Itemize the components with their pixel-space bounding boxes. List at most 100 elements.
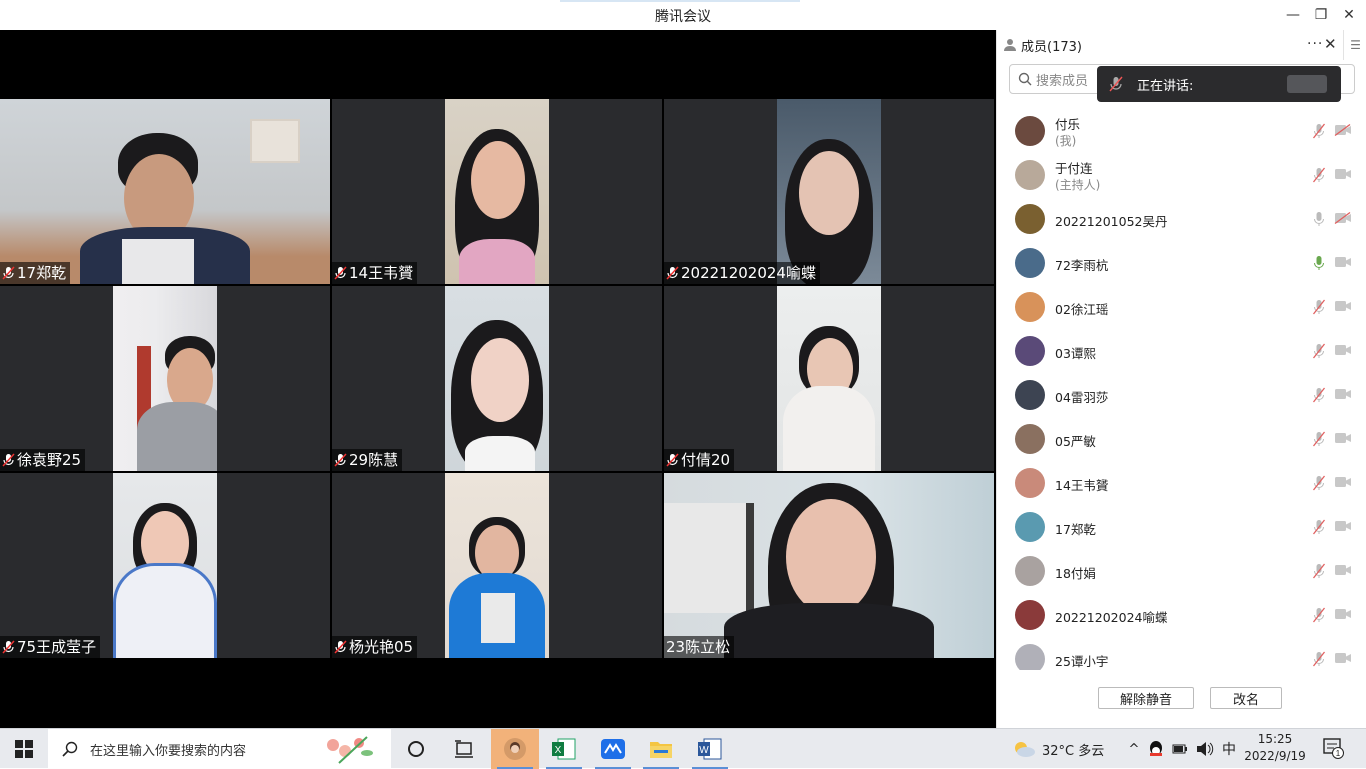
camera-icon[interactable] (1334, 520, 1352, 532)
unmute-all-button[interactable]: 解除静音 (1098, 687, 1194, 709)
participant-name-tag: 23陈立松 (664, 636, 735, 658)
participant-name: 17郑乾 (17, 264, 67, 282)
member-name: 付乐 (1055, 117, 1081, 132)
mic-muted-icon (334, 266, 347, 280)
member-name: 17郑乾 (1055, 522, 1096, 537)
camera-icon[interactable] (1334, 432, 1352, 444)
mic-muted-icon[interactable] (1313, 563, 1325, 579)
member-name: 18付娟 (1055, 566, 1096, 581)
video-grid: 17郑乾 14王韦贇 20221202024喻蝶 徐袁野25 29陈慧 付倩20… (0, 30, 996, 728)
camera-icon[interactable] (1334, 652, 1352, 664)
participant-name: 杨光艳05 (349, 638, 414, 656)
mic-muted-icon (666, 266, 679, 280)
camera-icon[interactable] (1334, 256, 1352, 268)
video-tile[interactable]: 14王韦贇 (332, 99, 662, 284)
member-row[interactable]: 于付连 (主持人) (997, 154, 1366, 198)
camera-off-icon[interactable] (1334, 124, 1352, 136)
avatar (1015, 204, 1045, 234)
participant-name: 付倩20 (681, 451, 731, 469)
notification-center-icon[interactable]: 1 (1322, 737, 1344, 763)
mic-icon[interactable] (1313, 211, 1325, 227)
member-row[interactable]: 72李雨杭 (997, 242, 1366, 286)
weather-text: 32°C 多云 (1042, 743, 1105, 759)
member-name: 03谭熙 (1055, 346, 1096, 361)
weather-widget[interactable]: 32°C 多云 (1012, 729, 1104, 769)
camera-icon[interactable] (1334, 564, 1352, 576)
mic-muted-icon[interactable] (1313, 475, 1325, 491)
system-clock[interactable]: 15:25 2022/9/19 (1240, 731, 1310, 765)
member-row[interactable]: 02徐江瑶 (997, 286, 1366, 330)
mic-muted-icon (666, 453, 679, 467)
camera-icon[interactable] (1334, 388, 1352, 400)
windows-start-icon[interactable] (0, 729, 48, 769)
panel-footer: 解除静音 改名 (997, 680, 1366, 728)
mic-muted-icon[interactable] (1313, 123, 1325, 139)
member-row[interactable]: 20221201052吴丹 (997, 198, 1366, 242)
video-tile[interactable]: 23陈立松 (664, 473, 994, 658)
avatar (1015, 424, 1045, 454)
word-icon[interactable]: W (686, 729, 734, 769)
video-tile[interactable]: 75王成莹子 (0, 473, 330, 658)
avatar (1015, 512, 1045, 542)
member-row[interactable]: 17郑乾 (997, 506, 1366, 550)
camera-icon[interactable] (1334, 300, 1352, 312)
volume-icon[interactable] (1196, 741, 1214, 757)
restore-icon[interactable]: ❐ (1306, 0, 1336, 30)
mic-muted-icon[interactable] (1313, 519, 1325, 535)
member-row[interactable]: 18付娟 (997, 550, 1366, 594)
more-options-icon[interactable]: ··· (1307, 36, 1323, 52)
close-panel-icon[interactable]: ✕ (1324, 35, 1337, 53)
member-row[interactable]: 25谭小宇 (997, 638, 1366, 670)
member-row[interactable]: 20221202024喻蝶 (997, 594, 1366, 638)
mic-muted-icon[interactable] (1313, 343, 1325, 359)
taskbar-search-box[interactable]: 在这里输入你要搜索的内容 (48, 729, 391, 769)
rename-button[interactable]: 改名 (1210, 687, 1282, 709)
video-feed (113, 473, 217, 658)
minimize-icon[interactable]: — (1278, 0, 1308, 30)
video-tile[interactable]: 29陈慧 (332, 286, 662, 471)
task-view-icon[interactable] (440, 729, 488, 769)
ime-indicator[interactable]: 中 (1222, 739, 1236, 759)
photo-app-icon[interactable] (491, 729, 539, 769)
camera-icon[interactable] (1334, 608, 1352, 620)
member-row[interactable]: 04雷羽莎 (997, 374, 1366, 418)
chevron-up-icon[interactable]: ^ (1126, 742, 1142, 757)
participant-name-tag: 75王成莹子 (0, 636, 101, 658)
mic-muted-icon[interactable] (1313, 299, 1325, 315)
excel-icon[interactable]: X (540, 729, 588, 769)
member-row[interactable]: 14王韦贇 (997, 462, 1366, 506)
mic-muted-icon[interactable] (1313, 387, 1325, 403)
close-icon[interactable]: ✕ (1334, 0, 1364, 30)
mic-muted-icon[interactable] (1313, 431, 1325, 447)
camera-icon[interactable] (1334, 168, 1352, 180)
participant-name-tag: 29陈慧 (332, 449, 403, 471)
mic-muted-icon[interactable] (1313, 607, 1325, 623)
clock-time: 15:25 (1257, 732, 1293, 746)
participant-name-tag: 14王韦贇 (332, 262, 418, 284)
members-count: 成员(173) (1021, 39, 1082, 55)
mic-muted-icon[interactable] (1313, 167, 1325, 183)
qq-icon[interactable] (1148, 740, 1164, 758)
camera-icon[interactable] (1334, 476, 1352, 488)
mic-icon[interactable] (1313, 255, 1325, 271)
video-tile[interactable]: 徐袁野25 (0, 286, 330, 471)
video-tile[interactable]: 17郑乾 (0, 99, 330, 284)
window-title: 腾讯会议 (655, 9, 711, 25)
member-row[interactable]: 05严敏 (997, 418, 1366, 462)
tencent-meeting-icon[interactable] (589, 729, 637, 769)
avatar (1015, 468, 1045, 498)
file-explorer-icon[interactable] (637, 729, 685, 769)
video-tile[interactable]: 杨光艳05 (332, 473, 662, 658)
video-tile[interactable]: 付倩20 (664, 286, 994, 471)
cortana-icon[interactable] (392, 729, 440, 769)
member-row[interactable]: 03谭熙 (997, 330, 1366, 374)
member-row[interactable]: 付乐 (我) (997, 110, 1366, 154)
camera-icon[interactable] (1334, 344, 1352, 356)
battery-icon[interactable] (1172, 743, 1188, 755)
camera-off-icon[interactable] (1334, 212, 1352, 224)
video-feed (445, 99, 549, 284)
member-role: (我) (1055, 134, 1077, 148)
video-tile[interactable]: 20221202024喻蝶 (664, 99, 994, 284)
menu-icon[interactable]: ☰ (1343, 30, 1366, 60)
mic-muted-icon[interactable] (1313, 651, 1325, 667)
